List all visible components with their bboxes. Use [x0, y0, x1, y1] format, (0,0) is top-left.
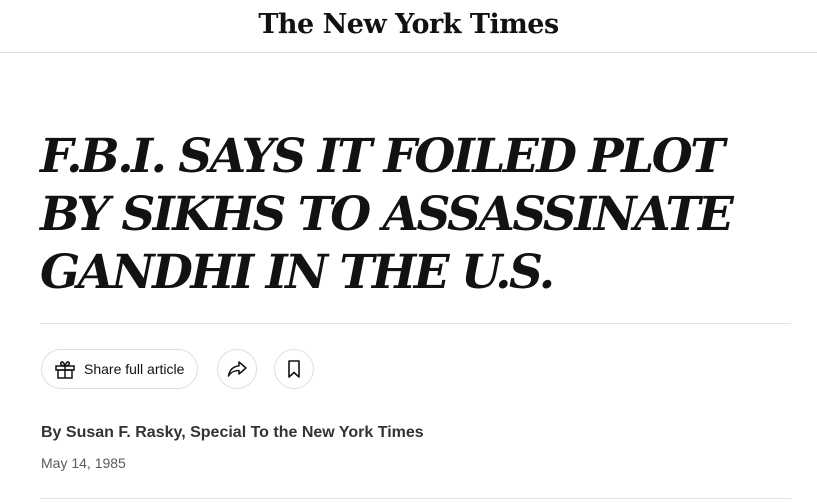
share-button[interactable] [217, 349, 257, 389]
bookmark-icon [283, 358, 305, 380]
article-byline: By Susan F. Rasky, Special To the New Yo… [41, 424, 424, 441]
divider [40, 323, 791, 324]
share-arrow-icon [225, 357, 249, 381]
divider [40, 498, 791, 499]
publish-date: May 14, 1985 [41, 455, 126, 471]
nyt-logo[interactable]: The New York Times [0, 9, 817, 40]
share-full-article-label: Share full article [84, 361, 185, 377]
share-full-article-button[interactable]: Share full article [41, 349, 199, 389]
save-bookmark-button[interactable] [274, 349, 314, 389]
masthead: The New York Times [0, 0, 817, 53]
article-headline: F.B.I. SAYS IT FOILED PLOT BY SIKHS TO A… [40, 129, 734, 300]
gift-icon [53, 357, 77, 381]
